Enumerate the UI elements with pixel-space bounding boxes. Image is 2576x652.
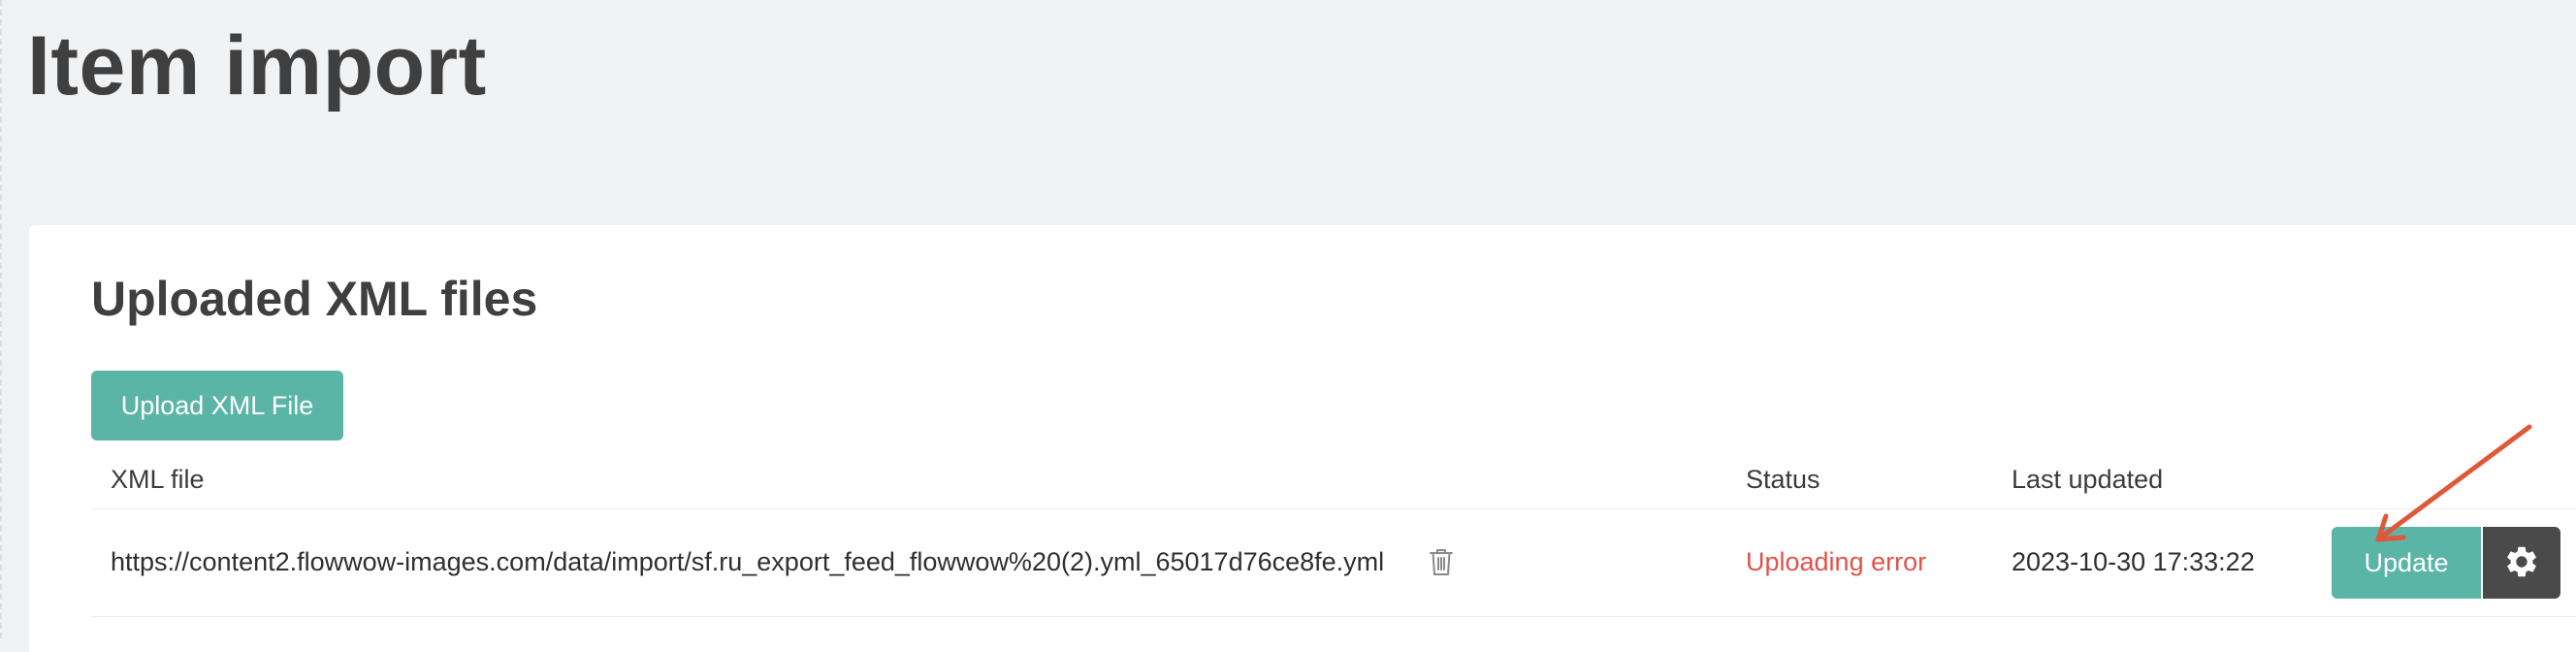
settings-button[interactable] bbox=[2481, 527, 2560, 599]
column-header-last-updated: Last updated bbox=[2012, 465, 2164, 494]
xml-files-table: XML file Status Last updated https://con… bbox=[91, 450, 2576, 617]
table-row: https://content2.flowwow-images.com/data… bbox=[91, 509, 2576, 617]
trash-icon[interactable] bbox=[1428, 546, 1455, 577]
xml-file-url: https://content2.flowwow-images.com/data… bbox=[111, 547, 1385, 576]
status-badge: Uploading error bbox=[1746, 547, 1927, 576]
update-button[interactable]: Update bbox=[2332, 527, 2481, 599]
column-header-status: Status bbox=[1746, 465, 1820, 494]
upload-xml-button[interactable]: Upload XML File bbox=[91, 371, 343, 440]
row-actions: Update bbox=[2332, 527, 2560, 599]
page-left-edge bbox=[0, 0, 4, 638]
column-header-xml-file: XML file bbox=[111, 465, 205, 494]
last-updated-value: 2023-10-30 17:33:22 bbox=[2012, 547, 2255, 576]
table-header: XML file Status Last updated bbox=[91, 450, 2576, 509]
section-title: Uploaded XML files bbox=[91, 272, 538, 326]
gear-icon bbox=[2503, 543, 2540, 583]
page-title: Item import bbox=[27, 19, 487, 113]
uploaded-files-panel: Uploaded XML files Upload XML File XML f… bbox=[29, 225, 2576, 652]
